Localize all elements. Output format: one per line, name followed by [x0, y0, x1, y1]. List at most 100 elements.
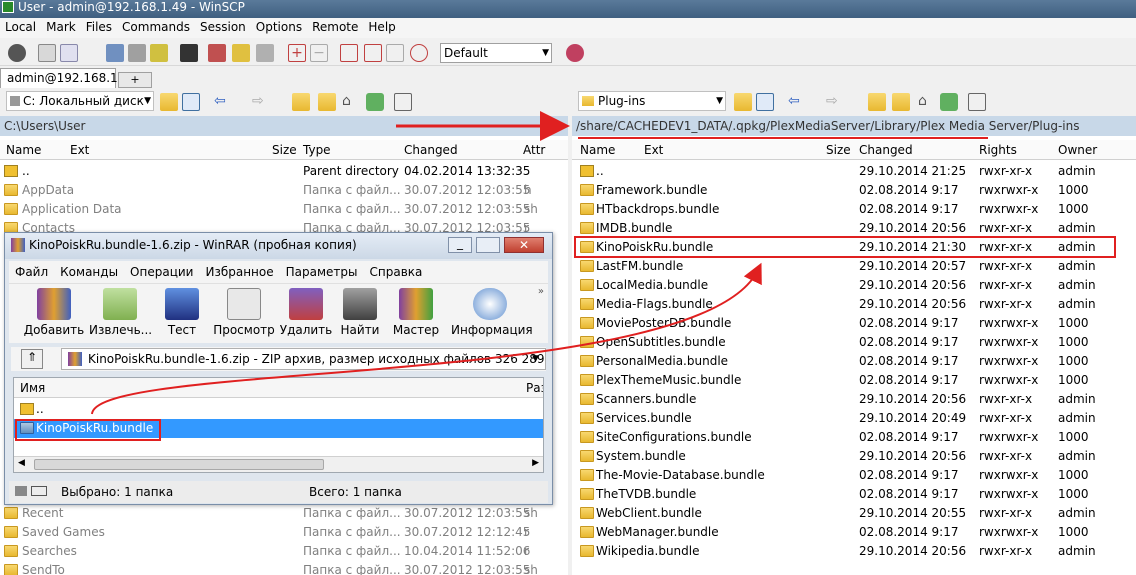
table-row[interactable]: SendTo Папка с файл... 30.07.2012 12:03:55…: [0, 561, 568, 575]
forward-arrow-icon[interactable]: ⇨: [826, 93, 844, 111]
table-row[interactable]: Media-Flags.bundle 29.10.2014 20:56 rwxr-x…: [572, 295, 1136, 314]
menu-mark[interactable]: Mark: [41, 18, 81, 36]
table-row[interactable]: TheTVDB.bundle 02.08.2014 9:17 rwxrwxr-x 10…: [572, 485, 1136, 504]
preferences-gear-icon[interactable]: [8, 44, 26, 62]
col-name[interactable]: Name: [6, 143, 41, 157]
close-button[interactable]: ✕: [504, 237, 544, 253]
parent-dir-icon[interactable]: [292, 93, 310, 111]
col-owner[interactable]: Owner: [1058, 143, 1097, 157]
rar-menu-favorites[interactable]: Избранное: [199, 261, 279, 283]
home-icon[interactable]: ⌂: [342, 93, 360, 111]
transfer-preset-icon[interactable]: [566, 44, 584, 62]
local-drive-select[interactable]: C: Локальный диск ▼: [6, 91, 154, 111]
menu-local[interactable]: Local: [0, 18, 41, 36]
table-row[interactable]: .. Parent directory 04.02.2014 13:32:35: [0, 162, 568, 181]
open-folder-icon[interactable]: [734, 93, 752, 111]
filter-icon[interactable]: [182, 93, 200, 111]
menu-files[interactable]: Files: [81, 18, 117, 36]
table-row[interactable]: WebClient.bundle 29.10.2014 20:55 rwxr-xr-…: [572, 504, 1136, 523]
rar-menu-commands[interactable]: Команды: [54, 261, 124, 283]
transfer-icon[interactable]: [232, 44, 250, 62]
archive-path-select[interactable]: KinoPoiskRu.bundle-1.6.zip - ZIP архив, …: [61, 348, 546, 370]
root-dir-icon[interactable]: [892, 93, 910, 111]
rar-menu-help[interactable]: Справка: [364, 261, 429, 283]
tree-icon[interactable]: [394, 93, 412, 111]
col-size[interactable]: Раз: [526, 381, 543, 395]
horizontal-scrollbar[interactable]: ◀ ▶: [14, 456, 543, 472]
table-row[interactable]: Services.bundle 29.10.2014 20:49 rwxr-xr-x…: [572, 409, 1136, 428]
queue-icon[interactable]: [38, 44, 56, 62]
parent-dir-icon[interactable]: [868, 93, 886, 111]
sync-icon[interactable]: [106, 44, 124, 62]
plus-icon[interactable]: +: [288, 44, 306, 62]
wizard-button[interactable]: Мастер: [385, 288, 447, 340]
col-attr[interactable]: Attr: [523, 143, 545, 157]
remote-folder-select[interactable]: Plug-ins ▼: [578, 91, 726, 111]
right-path-bar[interactable]: /share/CACHEDEV1_DATA/.qpkg/PlexMediaSer…: [572, 116, 1136, 136]
table-row[interactable]: Application Data Папка с файл... 30.07.201…: [0, 200, 568, 219]
back-arrow-icon[interactable]: ⇦: [788, 93, 806, 111]
table-row[interactable]: MoviePosterDB.bundle 02.08.2014 9:17 rwxrw…: [572, 314, 1136, 333]
table-row[interactable]: Recent Папка с файл... 30.07.2012 12:03:55…: [0, 504, 568, 523]
col-ext[interactable]: Ext: [70, 143, 89, 157]
table-row[interactable]: Searches Папка с файл... 10.04.2014 11:52:…: [0, 542, 568, 561]
terminal-icon[interactable]: [180, 44, 198, 62]
root-dir-icon[interactable]: [318, 93, 336, 111]
scroll-right-icon[interactable]: ▶: [532, 458, 539, 468]
maximize-button[interactable]: [476, 237, 500, 253]
menu-help[interactable]: Help: [363, 18, 400, 36]
info-button[interactable]: Информация: [451, 288, 533, 340]
refresh-icon[interactable]: [940, 93, 958, 111]
table-row[interactable]: System.bundle 29.10.2014 20:56 rwxr-xr-x ad…: [572, 447, 1136, 466]
table-row[interactable]: The-Movie-Database.bundle 02.08.2014 9:17…: [572, 466, 1136, 485]
forward-arrow-icon[interactable]: ⇨: [252, 93, 270, 111]
left-path-bar[interactable]: C:\Users\User: [0, 116, 568, 136]
extract-button[interactable]: Извлечь...: [89, 288, 152, 340]
console-icon[interactable]: [150, 44, 168, 62]
tree-icon[interactable]: [968, 93, 986, 111]
menu-commands[interactable]: Commands: [117, 18, 195, 36]
toolbar-overflow-icon[interactable]: »: [538, 286, 544, 297]
table-row[interactable]: Framework.bundle 02.08.2014 9:17 rwxrwxr-x…: [572, 181, 1136, 200]
table-row[interactable]: Wikipedia.bundle 29.10.2014 20:56 rwxr-xr-…: [572, 542, 1136, 561]
new-tab-button[interactable]: +: [118, 72, 152, 88]
table-row[interactable]: WebManager.bundle 02.08.2014 9:17 rwxrwxr-…: [572, 523, 1136, 542]
scroll-left-icon[interactable]: ◀: [18, 458, 25, 468]
list-item[interactable]: ..: [14, 400, 543, 419]
back-arrow-icon[interactable]: ⇦: [214, 93, 232, 111]
filter-icon[interactable]: [340, 44, 358, 62]
table-row[interactable]: .. 29.10.2014 21:25 rwxr-xr-x admin: [572, 162, 1136, 181]
col-ext[interactable]: Ext: [644, 143, 663, 157]
col-changed[interactable]: Changed: [859, 143, 913, 157]
table-row[interactable]: Scanners.bundle 29.10.2014 20:56 rwxr-xr-x…: [572, 390, 1136, 409]
copy-icon[interactable]: [60, 44, 78, 62]
menu-session[interactable]: Session: [195, 18, 251, 36]
test-button[interactable]: Тест: [151, 288, 213, 340]
menu-remote[interactable]: Remote: [307, 18, 363, 36]
exchange-icon[interactable]: [364, 44, 382, 62]
minus-icon[interactable]: −: [310, 44, 328, 62]
col-rights[interactable]: Rights: [979, 143, 1017, 157]
add-button[interactable]: Добавить: [23, 288, 85, 340]
up-folder-button[interactable]: ⇑: [21, 349, 43, 369]
table-row[interactable]: LastFM.bundle 29.10.2014 20:57 rwxr-xr-x ad…: [572, 257, 1136, 276]
refresh-icon[interactable]: [410, 44, 428, 62]
col-changed[interactable]: Changed: [404, 143, 458, 157]
minimize-button[interactable]: _: [448, 237, 472, 253]
menu-options[interactable]: Options: [251, 18, 307, 36]
table-row[interactable]: Saved Games Папка с файл... 30.07.2012 12:…: [0, 523, 568, 542]
open-folder-icon[interactable]: [160, 93, 178, 111]
putty-icon[interactable]: [208, 44, 226, 62]
table-row[interactable]: PersonalMedia.bundle 02.08.2014 9:17 rwxrw…: [572, 352, 1136, 371]
table-row[interactable]: OpenSubtitles.bundle 02.08.2014 9:17 rwxrw…: [572, 333, 1136, 352]
tab-session[interactable]: admin@192.168.1.49: [0, 68, 137, 88]
rar-menu-options[interactable]: Параметры: [280, 261, 364, 283]
filter-icon[interactable]: [756, 93, 774, 111]
refresh-icon[interactable]: [366, 93, 384, 111]
compare-icon[interactable]: [128, 44, 146, 62]
transfer-settings-select[interactable]: Default ▼: [440, 43, 552, 63]
table-row[interactable]: PlexThemeMusic.bundle 02.08.2014 9:17 rwxr…: [572, 371, 1136, 390]
empty-icon[interactable]: [386, 44, 404, 62]
table-row[interactable]: AppData Папка с файл... 30.07.2012 12:03:5…: [0, 181, 568, 200]
scrollbar-thumb[interactable]: [34, 459, 324, 470]
